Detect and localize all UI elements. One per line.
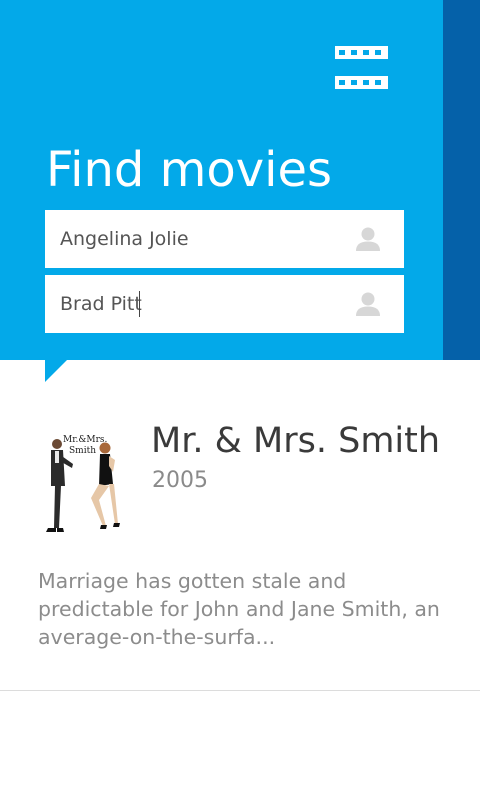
actor-one-input[interactable] [45,210,345,268]
person-icon[interactable] [355,291,381,317]
movie-overview: Marriage has gotten stale and predictabl… [38,569,440,649]
text-cursor [139,291,140,317]
page-title: Find movies [46,142,333,198]
person-icon[interactable] [355,226,381,252]
header-pointer [45,360,67,382]
side-strip [443,0,480,360]
actor-one-field[interactable] [45,210,404,268]
movie-poster[interactable]: Mr.&Mrs. Smith [43,424,121,534]
divider [0,690,480,691]
poster-logo-line2: Smith [69,446,96,456]
actor-two-input[interactable] [45,275,345,333]
movie-year: 2005 [152,468,208,493]
screen: Find movies Mr.&Mrs. Smith [0,0,480,800]
poster-logo-line1: Mr.&Mrs. [63,435,108,445]
film-strip-icon[interactable] [335,46,388,89]
movie-title[interactable]: Mr. & Mrs. Smith [151,418,440,464]
actor-two-field[interactable] [45,275,404,333]
